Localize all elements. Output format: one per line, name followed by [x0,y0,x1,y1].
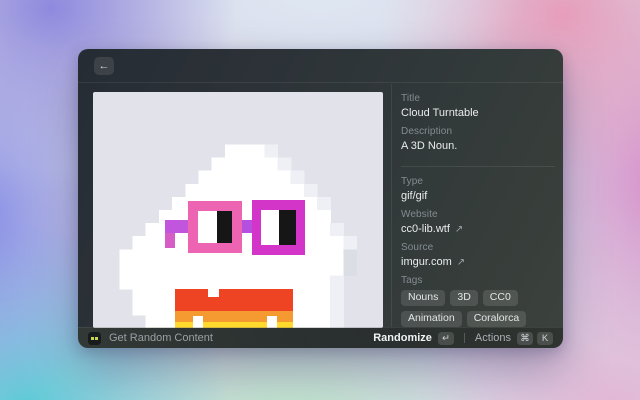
tags-label: Tags [401,275,555,286]
external-link-icon: ↗ [455,224,463,235]
back-arrow-icon: ← [99,60,110,72]
field-label: Type [401,176,555,187]
field-value: A 3D Noun. [401,140,555,152]
metadata-field: Type gif/gif [401,176,555,202]
back-button[interactable]: ← [94,57,114,75]
randomize-button[interactable]: Randomize ↵ [373,332,454,345]
action-bar-right: Randomize ↵ Actions ⌘K [373,332,553,345]
metadata-section: Title Cloud Turntable Description A 3D Noun… [401,93,555,161]
content-image-panel [93,92,383,328]
randomize-label: Randomize [373,332,432,344]
field-label: Description [401,126,555,137]
tag-chip: 3D [450,290,477,306]
field-label: Source [401,242,555,253]
actions-label: Actions [475,332,511,344]
window-header: ← [78,49,563,83]
metadata-sidebar: Title Cloud Turntable Description A 3D Noun… [392,84,563,327]
field-label: Title [401,93,555,104]
metadata-field: Description A 3D Noun. [401,126,555,152]
metadata-section: Type gif/gif Website cc0-lib.wtf↗ Source imgu… [401,166,555,327]
desktop-background: ← Title Cloud Turntable Description A 3D No… [0,0,640,400]
app-window: ← Title Cloud Turntable Description A 3D No… [78,49,563,348]
actions-shortcut-keys: ⌘K [517,332,553,345]
content-area: Title Cloud Turntable Description A 3D Noun… [78,84,563,327]
metadata-field: Source imgur.com↗ [401,242,555,268]
action-bar-separator [464,333,465,343]
field-label: Website [401,209,555,220]
field-value: Cloud Turntable [401,107,555,119]
shortcut-key-icon: ⌘ [517,332,533,345]
metadata-field: Title Cloud Turntable [401,93,555,119]
tag-chip: Animation [401,311,462,327]
metadata-field: Website cc0-lib.wtf↗ [401,209,555,235]
status-text: Get Random Content [109,332,365,344]
tags-list: Nouns 3D CC0 Animation Coralorca [401,290,555,327]
tag-chip: Coralorca [467,311,527,327]
field-value[interactable]: imgur.com↗ [401,256,555,268]
return-key-icon: ↵ [438,332,454,345]
action-bar: Get Random Content Randomize ↵ Actions ⌘… [78,327,563,348]
cloud-noun-artwork [93,92,383,328]
tag-chip: Nouns [401,290,445,306]
shortcut-key-icon: K [537,332,553,345]
external-link-icon: ↗ [457,257,465,268]
actions-button[interactable]: Actions ⌘K [475,332,553,345]
field-value[interactable]: cc0-lib.wtf↗ [401,223,555,235]
tag-chip: CC0 [483,290,518,306]
field-value: gif/gif [401,190,555,202]
cc0-lib-app-icon [88,332,101,345]
